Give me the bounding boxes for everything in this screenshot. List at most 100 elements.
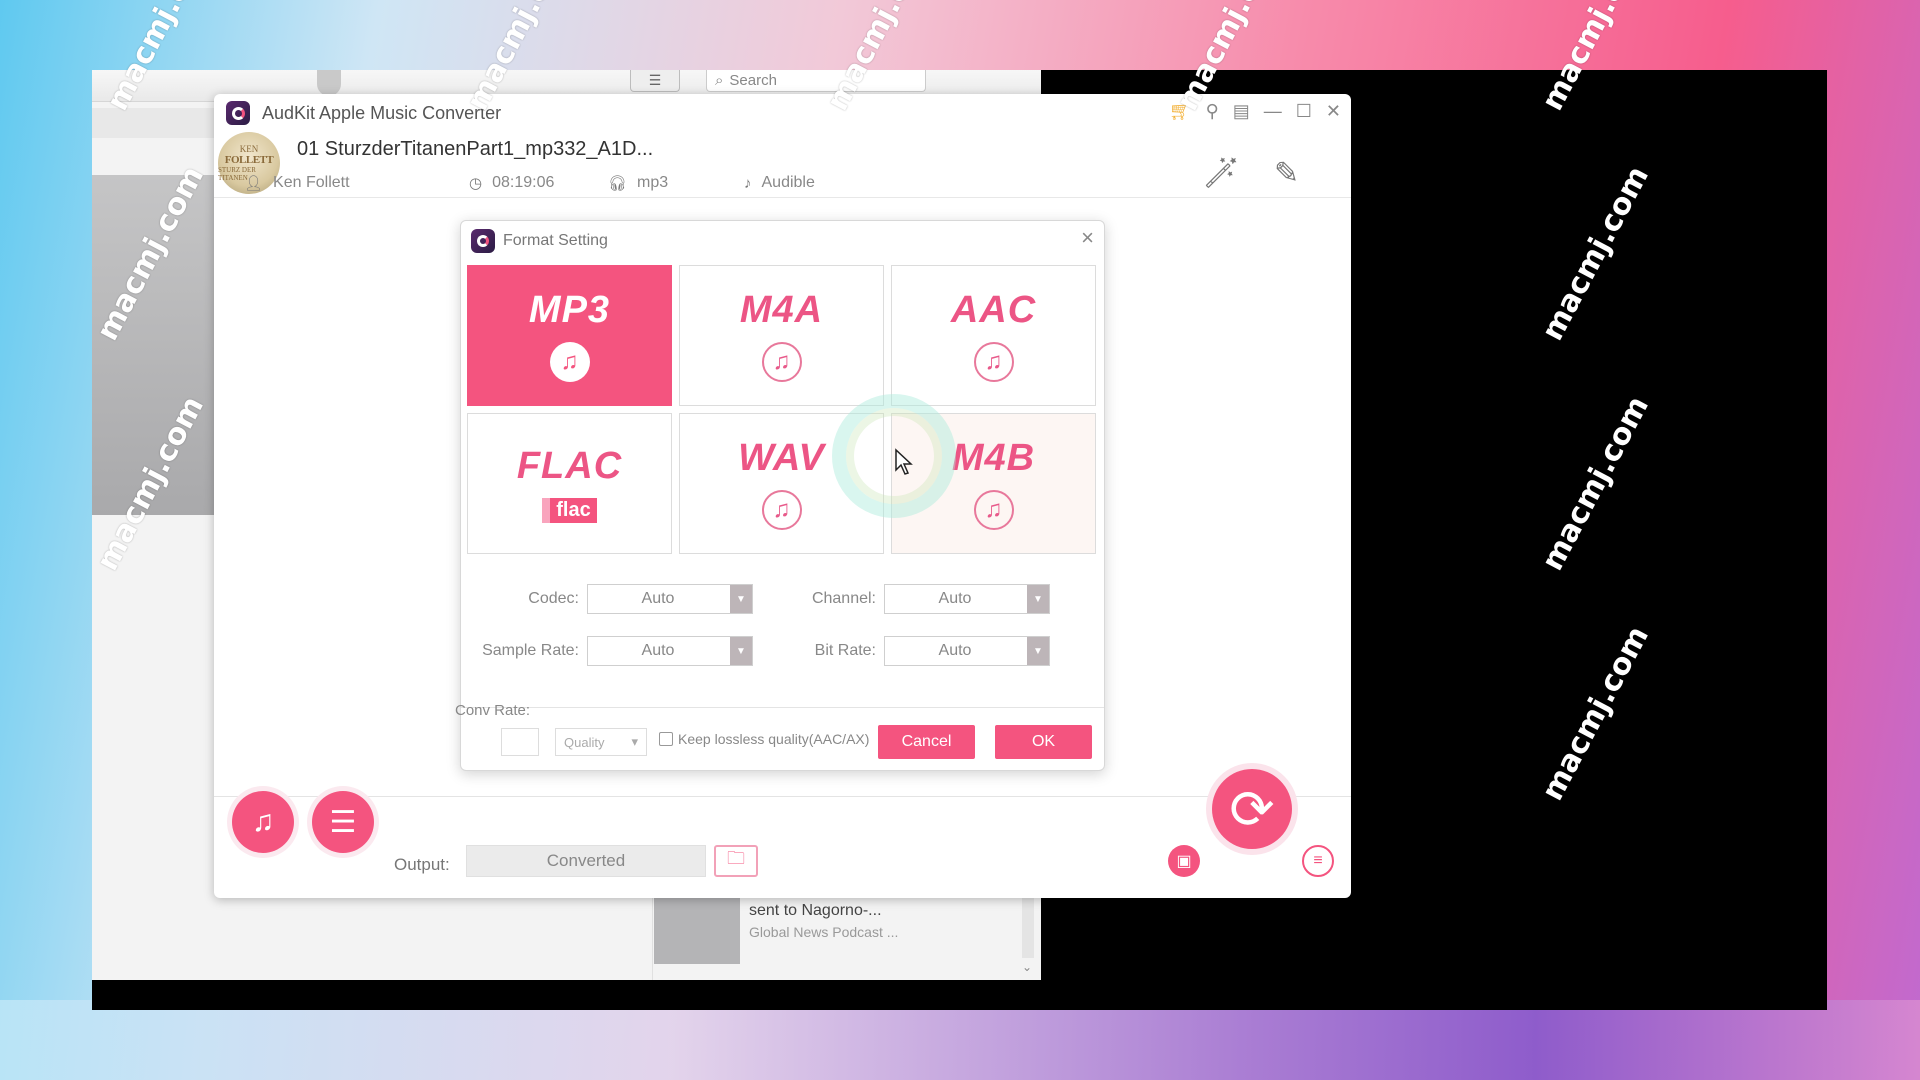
list-view-button[interactable]: ☰ bbox=[630, 70, 680, 92]
mouse-cursor-icon bbox=[895, 448, 913, 475]
menu-icon[interactable]: ▤ bbox=[1233, 100, 1250, 122]
app-logo-icon bbox=[471, 229, 495, 253]
add-music-icon: ♫ bbox=[251, 805, 275, 838]
source-text: Audible bbox=[761, 174, 815, 191]
desktop-bottom-gradient bbox=[0, 1000, 1920, 1080]
format-label: MP3 bbox=[528, 289, 611, 331]
history-icon: ▣ bbox=[1176, 853, 1192, 870]
open-folder-button[interactable]: 🗀 bbox=[714, 845, 758, 877]
keep-lossless-option[interactable]: Keep lossless quality(AAC/AX) bbox=[659, 731, 869, 747]
minimize-icon[interactable]: — bbox=[1264, 100, 1282, 122]
quality-select[interactable]: Quality ▾ bbox=[555, 728, 647, 756]
podcast-thumbnail bbox=[654, 898, 740, 964]
format-tile-flac[interactable]: FLAC flac bbox=[467, 413, 672, 554]
add-playlist-button[interactable]: ☰ bbox=[312, 791, 374, 853]
app-title: AudKit Apple Music Converter bbox=[262, 103, 502, 123]
podcast-subtitle: Global News Podcast ... bbox=[749, 924, 899, 940]
music-note-icon: ♫ bbox=[973, 342, 1014, 382]
person-icon: 👤︎ bbox=[244, 175, 264, 192]
scrollbar[interactable] bbox=[1022, 898, 1034, 958]
keep-lossless-checkbox[interactable] bbox=[659, 732, 673, 746]
format-label: M4B bbox=[951, 437, 1036, 479]
bottom-bar: ♫ ☰ Output: Converted 🗀 ▣ ⟳ ≡ bbox=[214, 769, 1351, 898]
conversion-rate-label: Conv Rate: bbox=[455, 702, 531, 719]
dialog-close-icon[interactable]: × bbox=[1081, 225, 1094, 251]
task-list-button[interactable]: ≡ bbox=[1302, 845, 1334, 877]
background-search-field[interactable]: ⌕ Search bbox=[706, 70, 926, 92]
divider bbox=[652, 898, 653, 980]
format-grid: MP3 ♫ M4A ♫ AAC ♫ FLAC flac WAV ♫ M4B ♫ bbox=[467, 265, 1101, 554]
podcast-title: sent to Nagorno-... bbox=[749, 902, 882, 919]
chevron-down-icon: ▼ bbox=[1027, 637, 1049, 665]
channel-label: Channel: bbox=[811, 590, 876, 607]
channel-row: Channel: Auto ▼ bbox=[774, 584, 1050, 614]
clock-icon: ◷ bbox=[469, 175, 483, 192]
format-tile-aac[interactable]: AAC ♫ bbox=[891, 265, 1096, 406]
chevron-down-icon: ▼ bbox=[730, 585, 752, 613]
chevron-down-icon: ▼ bbox=[1027, 585, 1049, 613]
music-note-icon: ♫ bbox=[761, 490, 802, 530]
codec-value: Auto bbox=[641, 590, 675, 607]
sidebar-band bbox=[92, 108, 214, 138]
keep-lossless-label: Keep lossless quality(AAC/AX) bbox=[678, 731, 870, 747]
chevron-down-icon: ▼ bbox=[730, 637, 752, 665]
chevron-down-icon[interactable]: ⌄ bbox=[1022, 960, 1032, 974]
convert-button[interactable]: ⟳ bbox=[1212, 769, 1292, 849]
sample-rate-select[interactable]: Auto ▼ bbox=[587, 636, 753, 666]
search-placeholder: Search bbox=[729, 72, 777, 89]
format-label: AAC bbox=[950, 289, 1037, 331]
maximize-icon[interactable]: ☐ bbox=[1296, 100, 1312, 122]
bit-rate-select[interactable]: Auto ▼ bbox=[884, 636, 1050, 666]
ok-button[interactable]: OK bbox=[995, 725, 1092, 759]
sample-rate-value: Auto bbox=[641, 642, 675, 659]
format-label: WAV bbox=[738, 437, 825, 479]
output-label: Output: bbox=[394, 855, 450, 874]
duration-text: 08:19:06 bbox=[492, 174, 555, 191]
bit-rate-label: Bit Rate: bbox=[814, 642, 876, 659]
format-label: FLAC bbox=[516, 444, 623, 487]
podcast-list-item[interactable]: sent to Nagorno-... Global News Podcast … bbox=[654, 898, 1034, 980]
sample-rate-row: Sample Rate: Auto ▼ bbox=[477, 636, 753, 666]
format-text: mp3 bbox=[637, 174, 669, 191]
cover-text-line: KEN bbox=[239, 144, 259, 154]
converted-history-button[interactable]: ▣ bbox=[1168, 845, 1200, 877]
format-tile-mp3[interactable]: MP3 ♫ bbox=[467, 265, 672, 406]
codec-row: Codec: Auto ▼ bbox=[477, 584, 753, 614]
magic-wand-icon[interactable]: 🪄︎ bbox=[1202, 156, 1240, 191]
chevron-down-icon: ▾ bbox=[631, 734, 638, 749]
apple-logo-icon bbox=[317, 70, 341, 96]
search-icon: ⌕ bbox=[715, 72, 724, 89]
quality-value: Quality bbox=[564, 734, 605, 750]
output-path-field[interactable]: Converted bbox=[466, 845, 706, 877]
bit-rate-row: Bit Rate: Auto ▼ bbox=[774, 636, 1050, 666]
track-title: 01 SturzderTitanenPart1_mp332_A1D... bbox=[297, 138, 654, 160]
dialog-footer: Conv Rate: Quality ▾ Keep lossless quali… bbox=[455, 702, 1104, 772]
edit-icon[interactable]: ✎ bbox=[1274, 156, 1299, 191]
cover-text-line: FOLLETT bbox=[224, 154, 274, 166]
sample-rate-label: Sample Rate: bbox=[482, 642, 579, 659]
track-row[interactable]: KEN FOLLETT STURZ DER TITANEN 01 Sturzde… bbox=[214, 130, 1351, 198]
format-tile-m4a[interactable]: M4A ♫ bbox=[679, 265, 884, 406]
close-icon[interactable]: ✕ bbox=[1326, 100, 1341, 122]
checklist-icon: ≡ bbox=[1313, 852, 1323, 869]
track-source: ♪ Audible bbox=[744, 174, 815, 192]
add-music-button[interactable]: ♫ bbox=[232, 791, 294, 853]
format-label: M4A bbox=[739, 289, 824, 331]
channel-value: Auto bbox=[938, 590, 972, 607]
music-note-icon: ♫ bbox=[549, 342, 590, 382]
author-text: Ken Follett bbox=[273, 174, 350, 191]
format-setting-dialog: Format Setting × MP3 ♫ M4A ♫ AAC ♫ FLAC … bbox=[455, 220, 1105, 772]
headphones-icon: 🎧︎ bbox=[608, 175, 628, 192]
channel-select[interactable]: Auto ▼ bbox=[884, 584, 1050, 614]
cancel-button[interactable]: Cancel bbox=[878, 725, 975, 759]
codec-label: Codec: bbox=[528, 590, 579, 607]
music-note-icon: ♫ bbox=[973, 490, 1014, 530]
app-logo-icon bbox=[226, 101, 250, 125]
track-author: 👤︎ Ken Follett bbox=[244, 174, 350, 192]
folder-icon: 🗀 bbox=[727, 848, 745, 868]
track-duration: ◷ 08:19:06 bbox=[469, 174, 554, 192]
conversion-rate-input[interactable] bbox=[501, 728, 539, 756]
add-list-icon: ☰ bbox=[329, 805, 357, 839]
codec-select[interactable]: Auto ▼ bbox=[587, 584, 753, 614]
flac-badge-icon: flac bbox=[542, 497, 597, 523]
